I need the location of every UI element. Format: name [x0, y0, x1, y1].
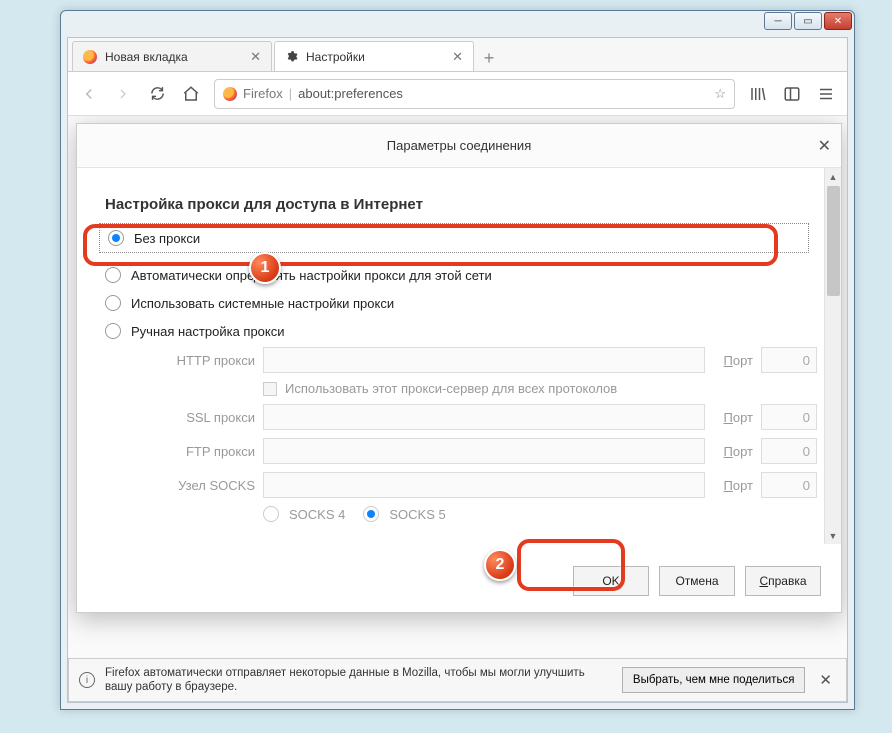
use-for-all-row: Использовать этот прокси-сервер для всех…	[263, 381, 817, 396]
checkbox-label: Использовать этот прокси-сервер для всех…	[285, 381, 617, 396]
proxy-radio-group: Без прокси Автоматически определять наст…	[105, 223, 817, 339]
radio-label: SOCKS 4	[289, 507, 345, 522]
tab-strip: Новая вкладка ✕ Настройки ✕ +	[68, 38, 847, 72]
scroll-thumb[interactable]	[827, 186, 840, 296]
radio-socks4: SOCKS 4	[263, 506, 345, 522]
choose-share-button[interactable]: Выбрать, чем мне поделиться	[622, 667, 806, 693]
tab-label: Настройки	[306, 50, 365, 64]
dialog-body: Настройка прокси для доступа в Интернет …	[77, 168, 841, 544]
firefox-favicon-icon	[83, 50, 97, 64]
maximize-button[interactable]: ▭	[794, 12, 822, 30]
manual-proxy-fields: HTTP прокси Порт Использовать этот прокс…	[145, 347, 817, 522]
field-label: HTTP прокси	[145, 353, 255, 368]
browser-chrome: Новая вкладка ✕ Настройки ✕ + Firefox | …	[67, 37, 848, 703]
back-button[interactable]	[78, 83, 100, 105]
radio-dot-icon	[108, 230, 124, 246]
window-frame: ─ ▭ ✕ Новая вкладка ✕ Настройки ✕ +	[60, 10, 855, 710]
radio-label: Без прокси	[134, 231, 200, 246]
radio-dot-icon	[363, 506, 379, 522]
http-port-input	[761, 347, 817, 373]
tab-close-icon[interactable]: ✕	[452, 49, 463, 65]
notification-text: Firefox автоматически отправляет некотор…	[105, 666, 612, 695]
socks-version-row: SOCKS 4 SOCKS 5	[263, 506, 817, 522]
connection-settings-dialog: Параметры соединения ✕ Настройка прокси …	[76, 123, 842, 613]
dialog-scrollbar[interactable]: ▲ ▼	[824, 168, 841, 544]
ssl-port-input	[761, 404, 817, 430]
bookmark-star-icon[interactable]: ☆	[714, 86, 726, 102]
info-icon: i	[79, 672, 95, 688]
scroll-up-icon[interactable]: ▲	[825, 168, 841, 185]
sidebar-icon[interactable]	[781, 83, 803, 105]
radio-no-proxy[interactable]: Без прокси	[108, 230, 802, 246]
scroll-down-icon[interactable]: ▼	[825, 527, 841, 544]
gear-icon	[285, 50, 298, 63]
url-text: about:preferences	[298, 86, 708, 101]
firefox-icon	[223, 87, 237, 101]
port-label: Порт	[713, 410, 753, 425]
radio-auto-detect[interactable]: Автоматически определять настройки прокс…	[105, 267, 817, 283]
tab-new[interactable]: Новая вкладка ✕	[72, 41, 272, 71]
dialog-footer: OK Отмена Справка	[77, 552, 841, 612]
radio-system-proxy[interactable]: Использовать системные настройки прокси	[105, 295, 817, 311]
content-area: Параметры соединения ✕ Настройка прокси …	[68, 116, 847, 702]
http-proxy-input	[263, 347, 705, 373]
minimize-button[interactable]: ─	[764, 12, 792, 30]
port-label: Порт	[713, 353, 753, 368]
new-tab-button[interactable]: +	[476, 45, 502, 71]
radio-manual-proxy[interactable]: Ручная настройка прокси	[105, 323, 817, 339]
ftp-port-input	[761, 438, 817, 464]
ftp-proxy-row: FTP прокси Порт	[145, 438, 817, 464]
radio-dot-icon	[105, 323, 121, 339]
library-icon[interactable]	[747, 83, 769, 105]
port-label: Порт	[713, 444, 753, 459]
reload-button[interactable]	[146, 83, 168, 105]
toolbar: Firefox | about:preferences ☆	[68, 72, 847, 116]
section-heading: Настройка прокси для доступа в Интернет	[105, 196, 817, 213]
field-label: Узел SOCKS	[145, 478, 255, 493]
url-bar[interactable]: Firefox | about:preferences ☆	[214, 79, 735, 109]
port-label: Порт	[713, 478, 753, 493]
radio-dot-icon	[263, 506, 279, 522]
socks-proxy-input	[263, 472, 705, 498]
tab-close-icon[interactable]: ✕	[250, 49, 261, 65]
radio-label: SOCKS 5	[389, 507, 445, 522]
field-label: SSL прокси	[145, 410, 255, 425]
radio-no-proxy-focus: Без прокси	[99, 223, 809, 253]
ftp-proxy-input	[263, 438, 705, 464]
url-separator: |	[289, 86, 292, 101]
help-button[interactable]: Справка	[745, 566, 821, 596]
window-close-button[interactable]: ✕	[824, 12, 852, 30]
radio-socks5: SOCKS 5	[363, 506, 445, 522]
dialog-header: Параметры соединения ✕	[77, 124, 841, 168]
tab-settings[interactable]: Настройки ✕	[274, 41, 474, 71]
forward-button[interactable]	[112, 83, 134, 105]
url-brand: Firefox	[243, 86, 283, 101]
radio-dot-icon	[105, 267, 121, 283]
ssl-proxy-input	[263, 404, 705, 430]
http-proxy-row: HTTP прокси Порт	[145, 347, 817, 373]
field-label: FTP прокси	[145, 444, 255, 459]
menu-icon[interactable]	[815, 83, 837, 105]
ssl-proxy-row: SSL прокси Порт	[145, 404, 817, 430]
dialog-close-icon[interactable]: ✕	[818, 136, 831, 156]
checkbox-icon	[263, 382, 277, 396]
dialog-title: Параметры соединения	[387, 138, 531, 153]
tab-label: Новая вкладка	[105, 50, 188, 64]
home-button[interactable]	[180, 83, 202, 105]
ok-button[interactable]: OK	[573, 566, 649, 596]
notification-close-icon[interactable]: ✕	[815, 671, 836, 689]
radio-label: Использовать системные настройки прокси	[131, 296, 394, 311]
radio-label: Ручная настройка прокси	[131, 324, 285, 339]
radio-dot-icon	[105, 295, 121, 311]
titlebar: ─ ▭ ✕	[61, 11, 854, 37]
radio-label: Автоматически определять настройки прокс…	[131, 268, 492, 283]
socks-proxy-row: Узел SOCKS Порт	[145, 472, 817, 498]
cancel-button[interactable]: Отмена	[659, 566, 735, 596]
notification-bar: i Firefox автоматически отправляет некот…	[68, 658, 847, 702]
socks-port-input	[761, 472, 817, 498]
